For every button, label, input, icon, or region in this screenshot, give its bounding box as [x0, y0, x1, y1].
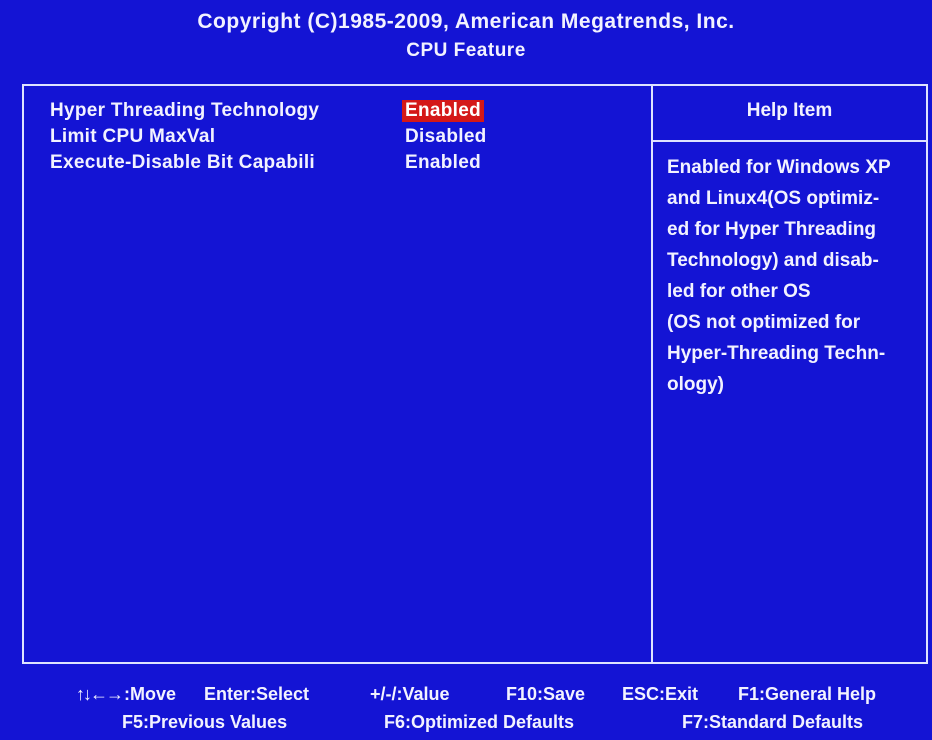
arrows-icon: ↑↓←→: [76, 684, 124, 704]
setting-execute-disable-bit[interactable]: Execute-Disable Bit Capabili Enabled: [50, 152, 610, 178]
setting-label: Hyper Threading Technology: [50, 100, 320, 121]
main-frame: Hyper Threading Technology Enabled Limit…: [22, 84, 928, 664]
help-line: ology): [667, 374, 724, 395]
help-panel: Help Item Enabled for Windows XP and Lin…: [653, 86, 926, 662]
move-hint[interactable]: ↑↓←→:Move: [76, 684, 176, 705]
help-line: Enabled for Windows XP: [667, 157, 891, 178]
page-title: CPU Feature: [406, 40, 526, 61]
setting-label: Execute-Disable Bit Capabili: [50, 152, 315, 173]
help-line: and Linux4(OS optimiz-: [667, 188, 880, 209]
f10-save-hint[interactable]: F10:Save: [506, 684, 585, 705]
copyright-text: Copyright (C)1985-2009, American Megatre…: [197, 10, 735, 33]
f6-optimized-defaults-hint[interactable]: F6:Optimized Defaults: [384, 712, 574, 733]
move-label: :Move: [124, 684, 177, 704]
f7-standard-defaults-hint[interactable]: F7:Standard Defaults: [682, 712, 863, 733]
help-divider: [653, 140, 926, 142]
bios-screen: Copyright (C)1985-2009, American Megatre…: [0, 0, 932, 740]
help-line: Hyper-Threading Techn-: [667, 343, 886, 364]
help-line: (OS not optimized for: [667, 312, 861, 333]
key-legend-footer: ↑↓←→:Move Enter:Select +/-/:Value F10:Sa…: [0, 676, 932, 740]
help-line: led for other OS: [667, 281, 811, 302]
f5-previous-values-hint[interactable]: F5:Previous Values: [122, 712, 287, 733]
help-line: ed for Hyper Threading: [667, 219, 877, 240]
setting-limit-cpu-maxval[interactable]: Limit CPU MaxVal Disabled: [50, 126, 610, 152]
value-hint[interactable]: +/-/:Value: [370, 684, 450, 705]
setting-value[interactable]: Enabled: [402, 152, 484, 174]
settings-list: Hyper Threading Technology Enabled Limit…: [50, 100, 610, 178]
help-text: Enabled for Windows XP and Linux4(OS opt…: [667, 152, 922, 400]
esc-exit-hint[interactable]: ESC:Exit: [622, 684, 698, 705]
help-line: Technology) and disab-: [667, 250, 879, 271]
setting-value-selected[interactable]: Enabled: [402, 100, 485, 122]
setting-value[interactable]: Disabled: [402, 126, 490, 148]
enter-select-hint[interactable]: Enter:Select: [204, 684, 309, 705]
f1-help-hint[interactable]: F1:General Help: [738, 684, 876, 705]
setting-label: Limit CPU MaxVal: [50, 126, 216, 147]
bios-header: Copyright (C)1985-2009, American Megatre…: [0, 0, 932, 76]
setting-hyper-threading[interactable]: Hyper Threading Technology Enabled: [50, 100, 610, 126]
help-title: Help Item: [746, 100, 833, 121]
